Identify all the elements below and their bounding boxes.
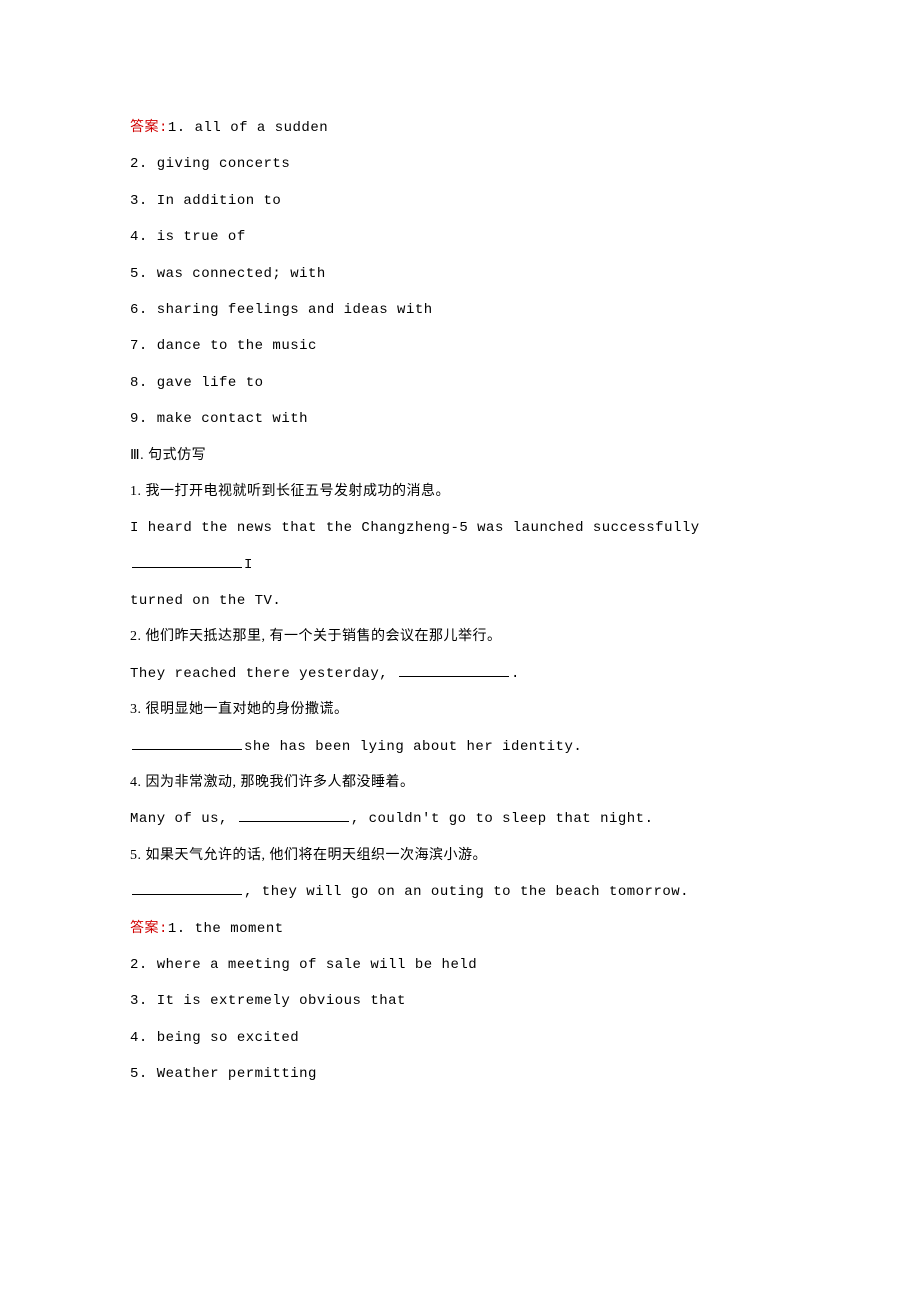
answers1-item-4: 5. was connected; with	[130, 256, 790, 292]
q3-en: she has been lying about her identity.	[130, 729, 790, 765]
section-3-title: Ⅲ. 句式仿写	[130, 438, 790, 474]
q4-cn: 4. 因为非常激动, 那晚我们许多人都没睡着。	[130, 765, 790, 801]
blank-q5	[132, 880, 242, 895]
document-page: 答案:1. all of a sudden 2. giving concerts…	[0, 0, 920, 1153]
q5-en-after: , they will go on an outing to the beach…	[244, 884, 689, 900]
blank-q4	[239, 807, 349, 822]
answers1-item-7: 8. gave life to	[130, 365, 790, 401]
blank-q2	[399, 662, 509, 677]
q3-cn: 3. 很明显她一直对她的身份撒谎。	[130, 692, 790, 728]
q5-en: , they will go on an outing to the beach…	[130, 874, 790, 910]
answer-label-1: 答案:	[130, 120, 168, 136]
q2-en-before: They reached there yesterday,	[130, 666, 397, 682]
q1-en-after: I	[244, 557, 253, 573]
answers2-item-1: 2. where a meeting of sale will be held	[130, 947, 790, 983]
answer-label-2: 答案:	[130, 921, 168, 937]
answers1-item-5: 6. sharing feelings and ideas with	[130, 292, 790, 328]
answers-block-1-header: 答案:1. all of a sudden	[130, 110, 790, 146]
q1-en-line1: I heard the news that the Changzheng-5 w…	[130, 510, 790, 583]
q1-en-line2: turned on the TV.	[130, 583, 790, 619]
answers2-item-4: 5. Weather permitting	[130, 1056, 790, 1092]
q4-en-mid: , couldn't go to sleep that night.	[351, 811, 654, 827]
answers2-item-0: 1. the moment	[168, 921, 284, 937]
q2-en: They reached there yesterday, .	[130, 656, 790, 692]
q3-en-after: she has been lying about her identity.	[244, 739, 582, 755]
blank-q1	[132, 553, 242, 568]
q2-en-after: .	[511, 666, 520, 682]
answers1-item-2: 3. In addition to	[130, 183, 790, 219]
answers2-item-3: 4. being so excited	[130, 1020, 790, 1056]
answers1-item-1: 2. giving concerts	[130, 146, 790, 182]
q2-cn: 2. 他们昨天抵达那里, 有一个关于销售的会议在那儿举行。	[130, 619, 790, 655]
q1-cn: 1. 我一打开电视就听到长征五号发射成功的消息。	[130, 474, 790, 510]
answers1-item-6: 7. dance to the music	[130, 328, 790, 364]
q4-en: Many of us, , couldn't go to sleep that …	[130, 801, 790, 837]
blank-q3	[132, 735, 242, 750]
answers-block-2-header: 答案:1. the moment	[130, 911, 790, 947]
q1-en-before: I heard the news that the Changzheng-5 w…	[130, 520, 700, 536]
q5-cn: 5. 如果天气允许的话, 他们将在明天组织一次海滨小游。	[130, 838, 790, 874]
answers1-item-8: 9. make contact with	[130, 401, 790, 437]
answers1-item-3: 4. is true of	[130, 219, 790, 255]
answers1-item-0: 1. all of a sudden	[168, 120, 328, 136]
answers2-item-2: 3. It is extremely obvious that	[130, 983, 790, 1019]
q4-en-before: Many of us,	[130, 811, 237, 827]
